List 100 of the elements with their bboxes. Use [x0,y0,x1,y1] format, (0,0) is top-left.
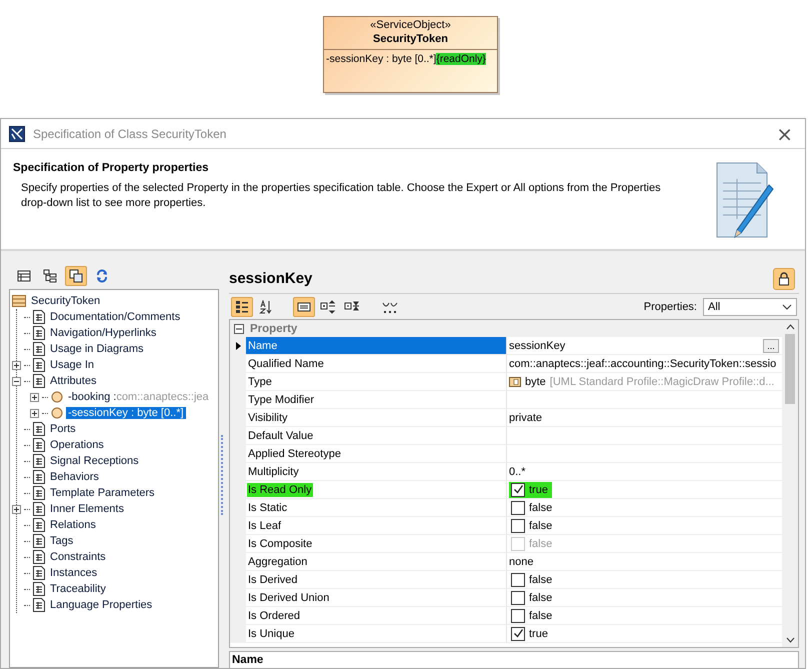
checkbox[interactable] [511,608,525,623]
value-cell[interactable]: false [507,517,782,536]
value-cell[interactable]: none [507,553,782,572]
name-cell[interactable]: Is Ordered [246,607,507,626]
expand-icon[interactable] [30,408,39,418]
tree-item[interactable]: Behaviors [48,471,101,483]
property-value: true [529,484,548,496]
expand-icon[interactable] [30,392,39,402]
collapse-icon[interactable] [12,376,21,386]
close-button[interactable]: × [772,124,797,144]
document-icon [33,326,45,340]
value-cell[interactable]: byte [UML Standard Profile::MagicDraw Profile::d... [507,373,782,392]
value-cell[interactable]: 0..* [507,463,782,482]
document-icon [33,374,45,388]
circle-icon [51,407,63,419]
scroll-down-icon[interactable] [786,637,794,643]
name-cell[interactable]: Multiplicity [246,463,507,482]
tree-item[interactable]: -booking :com::anaptecs::jea [66,391,211,403]
type-path: [UML Standard Profile::MagicDraw Profile::d... [550,376,774,388]
value-cell[interactable]: private [507,409,782,428]
tree-item[interactable]: Signal Receptions [48,455,141,467]
name-cell[interactable]: Is Derived [246,571,507,590]
name-cell[interactable]: Visibility [246,409,507,428]
property-name: Is Derived [247,572,299,587]
value-cell[interactable]: false [507,571,782,590]
value-cell[interactable]: sessionKey ... [507,337,782,356]
header-description: Specify properties of the selected Property in the properties specification table. Choose the Expert or All options from the Properties drop-down list to see more properties. [20,181,662,211]
tree-item[interactable]: Instances [48,567,100,579]
header-title: Specification of Property properties [13,162,210,174]
tree-item[interactable]: Inner Elements [48,503,126,515]
expand-icon[interactable] [12,504,21,514]
class-name: SecurityToken [373,32,448,46]
expand-icon[interactable] [12,360,21,370]
name-cell[interactable]: Is Unique [246,625,507,644]
value-cell[interactable]: false [507,607,782,626]
row-header[interactable] [230,337,246,356]
categorized-icon[interactable] [231,296,253,317]
tree-item[interactable]: Navigation/Hyperlinks [48,327,158,339]
row-pointer-icon [236,342,240,350]
value-cell[interactable]: true [507,481,782,500]
name-cell[interactable]: Qualified Name [246,355,507,374]
tree-item[interactable]: Language Properties [48,599,154,611]
name-cell[interactable]: Is Derived Union [246,589,507,608]
value-cell[interactable]: com::anaptecs::jeaf::accounting::SecurityToken::sessio [507,355,782,374]
property-name: Applied Stereotype [247,446,342,461]
property-value: false [529,502,552,514]
property-value: 0..* [509,466,526,478]
attribute-label: -sessionKey : byte [0..*] [326,53,436,65]
property-name: Multiplicity [247,464,300,479]
tree-item[interactable]: -sessionKey : byte [0..*] [66,407,186,419]
value-cell[interactable]: true [507,625,782,644]
more-button[interactable]: ... [763,338,779,353]
name-cell[interactable]: Default Value [246,427,507,446]
tree-item[interactable]: Operations [48,439,106,451]
name-cell[interactable]: Is Static [246,499,507,518]
name-cell[interactable]: Aggregation [246,553,507,572]
name-cell[interactable]: Name [246,337,507,356]
checkbox[interactable] [511,518,525,533]
name-cell[interactable]: Type Modifier [246,391,507,410]
property-value: false [529,574,552,586]
tree-item[interactable]: Documentation/Comments [48,311,182,323]
scrollbar[interactable] [782,320,798,647]
tree-item[interactable]: Ports [48,423,78,435]
checkbox[interactable] [511,500,525,515]
property-name: Default Value [247,428,314,443]
property-value: false [529,592,552,604]
tree-item[interactable]: Constraints [48,551,108,563]
description-icon[interactable] [293,296,315,317]
copy-icon[interactable] [65,266,87,286]
checkbox[interactable] [511,590,525,605]
checkbox[interactable] [511,626,525,641]
checkbox[interactable] [511,572,525,587]
document-icon [33,310,45,324]
name-cell[interactable]: Type [246,373,507,392]
tree-item[interactable]: Tags [48,535,76,547]
property-name: Is Ordered [247,608,301,623]
collapse-icon[interactable] [234,324,244,334]
value-cell[interactable]: false [507,589,782,608]
chevron-down-icon [782,304,792,310]
property-name: Is Read Only [247,482,313,497]
tree-item[interactable]: Usage In [48,359,96,371]
tree-root[interactable]: SecurityToken [29,295,102,307]
scroll-thumb[interactable] [785,334,795,404]
value-cell[interactable]: false [507,499,782,518]
tree-item[interactable]: Attributes [48,375,98,387]
scroll-up-icon[interactable] [786,324,794,330]
name-cell[interactable]: Is Read Only [246,481,507,500]
circle-icon [51,391,63,403]
document-icon [33,438,45,452]
checkbox[interactable] [511,482,525,497]
tree-item[interactable]: Usage in Diagrams [48,343,146,355]
properties-dropdown[interactable]: All [703,298,797,316]
name-cell[interactable]: Is Leaf [246,517,507,536]
lock-button[interactable] [773,268,795,290]
name-cell[interactable]: Applied Stereotype [246,445,507,464]
tree-item[interactable]: Traceability [48,583,108,595]
document-icon [33,598,45,612]
tree-item[interactable]: Template Parameters [48,487,157,499]
tree-item[interactable]: Relations [48,519,98,531]
property-value: byte [525,376,546,388]
